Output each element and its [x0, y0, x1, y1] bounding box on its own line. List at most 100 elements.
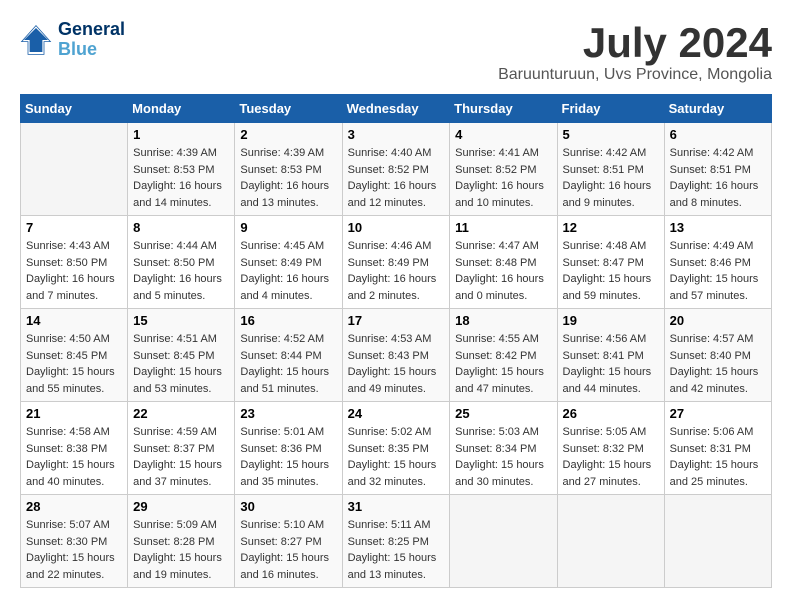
day-number: 20	[670, 313, 766, 328]
day-info: Sunrise: 4:41 AM Sunset: 8:52 PM Dayligh…	[455, 145, 551, 211]
day-info: Sunrise: 4:42 AM Sunset: 8:51 PM Dayligh…	[563, 145, 659, 211]
day-number: 31	[348, 499, 445, 514]
calendar-week-row: 14Sunrise: 4:50 AM Sunset: 8:45 PM Dayli…	[21, 309, 772, 402]
day-number: 1	[133, 127, 229, 142]
day-info: Sunrise: 5:07 AM Sunset: 8:30 PM Dayligh…	[26, 517, 122, 583]
calendar-cell: 2 Sunrise: 4:39 AM Sunset: 8:53 PM Daylig…	[235, 123, 342, 216]
day-number: 2	[240, 127, 336, 142]
day-number: 18	[455, 313, 551, 328]
weekday-header: Saturday	[664, 95, 771, 123]
calendar-cell: 26 Sunrise: 5:05 AM Sunset: 8:32 PM Dayli…	[557, 402, 664, 495]
day-info: Sunrise: 4:52 AM Sunset: 8:44 PM Dayligh…	[240, 331, 336, 397]
day-number: 21	[26, 406, 122, 421]
calendar-cell: 23 Sunrise: 5:01 AM Sunset: 8:36 PM Dayli…	[235, 402, 342, 495]
location-title: Baruunturuun, Uvs Province, Mongolia	[498, 66, 772, 84]
day-number: 26	[563, 406, 659, 421]
calendar-cell: 9Sunrise: 4:45 AM Sunset: 8:49 PM Daylig…	[235, 216, 342, 309]
day-info: Sunrise: 4:57 AM Sunset: 8:40 PM Dayligh…	[670, 331, 766, 397]
weekday-header: Friday	[557, 95, 664, 123]
calendar-cell: 17Sunrise: 4:53 AM Sunset: 8:43 PM Dayli…	[342, 309, 450, 402]
calendar-cell: 5Sunrise: 4:42 AM Sunset: 8:51 PM Daylig…	[557, 123, 664, 216]
day-info: Sunrise: 4:43 AM Sunset: 8:50 PM Dayligh…	[26, 238, 122, 304]
day-number: 10	[348, 220, 445, 235]
day-info: Sunrise: 4:49 AM Sunset: 8:46 PM Dayligh…	[670, 238, 766, 304]
calendar-cell	[450, 495, 557, 588]
calendar-cell: 29 Sunrise: 5:09 AM Sunset: 8:28 PM Dayli…	[128, 495, 235, 588]
weekday-header: Wednesday	[342, 95, 450, 123]
day-number: 7	[26, 220, 122, 235]
day-number: 12	[563, 220, 659, 235]
calendar-cell: 25 Sunrise: 5:03 AM Sunset: 8:34 PM Dayli…	[450, 402, 557, 495]
day-number: 16	[240, 313, 336, 328]
day-info: Sunrise: 4:45 AM Sunset: 8:49 PM Dayligh…	[240, 238, 336, 304]
calendar-cell: 11 Sunrise: 4:47 AM Sunset: 8:48 PM Dayli…	[450, 216, 557, 309]
day-info: Sunrise: 4:44 AM Sunset: 8:50 PM Dayligh…	[133, 238, 229, 304]
weekday-header: Thursday	[450, 95, 557, 123]
day-info: Sunrise: 5:06 AM Sunset: 8:31 PM Dayligh…	[670, 424, 766, 490]
calendar-week-row: 7 Sunrise: 4:43 AM Sunset: 8:50 PM Daylig…	[21, 216, 772, 309]
day-info: Sunrise: 4:47 AM Sunset: 8:48 PM Dayligh…	[455, 238, 551, 304]
day-number: 8	[133, 220, 229, 235]
page-header: General Blue July 2024 Baruunturuun, Uvs…	[20, 20, 772, 84]
calendar-cell: 3Sunrise: 4:40 AM Sunset: 8:52 PM Daylig…	[342, 123, 450, 216]
title-area: July 2024 Baruunturuun, Uvs Province, Mo…	[498, 20, 772, 84]
calendar-week-row: 1 Sunrise: 4:39 AM Sunset: 8:53 PM Daylig…	[21, 123, 772, 216]
calendar-cell: 10Sunrise: 4:46 AM Sunset: 8:49 PM Dayli…	[342, 216, 450, 309]
day-info: Sunrise: 5:01 AM Sunset: 8:36 PM Dayligh…	[240, 424, 336, 490]
calendar-cell: 18 Sunrise: 4:55 AM Sunset: 8:42 PM Dayli…	[450, 309, 557, 402]
day-number: 23	[240, 406, 336, 421]
logo: General Blue	[20, 20, 125, 60]
day-number: 15	[133, 313, 229, 328]
calendar-cell: 28 Sunrise: 5:07 AM Sunset: 8:30 PM Dayli…	[21, 495, 128, 588]
calendar-cell: 12 Sunrise: 4:48 AM Sunset: 8:47 PM Dayli…	[557, 216, 664, 309]
calendar-cell: 31 Sunrise: 5:11 AM Sunset: 8:25 PM Dayli…	[342, 495, 450, 588]
calendar-cell: 13 Sunrise: 4:49 AM Sunset: 8:46 PM Dayli…	[664, 216, 771, 309]
calendar-cell: 14Sunrise: 4:50 AM Sunset: 8:45 PM Dayli…	[21, 309, 128, 402]
day-number: 27	[670, 406, 766, 421]
calendar-cell	[664, 495, 771, 588]
day-info: Sunrise: 5:09 AM Sunset: 8:28 PM Dayligh…	[133, 517, 229, 583]
day-number: 11	[455, 220, 551, 235]
weekday-header: Sunday	[21, 95, 128, 123]
calendar-cell: 6 Sunrise: 4:42 AM Sunset: 8:51 PM Daylig…	[664, 123, 771, 216]
calendar-cell: 19Sunrise: 4:56 AM Sunset: 8:41 PM Dayli…	[557, 309, 664, 402]
day-info: Sunrise: 4:39 AM Sunset: 8:53 PM Dayligh…	[133, 145, 229, 211]
day-info: Sunrise: 4:55 AM Sunset: 8:42 PM Dayligh…	[455, 331, 551, 397]
day-number: 13	[670, 220, 766, 235]
day-info: Sunrise: 4:39 AM Sunset: 8:53 PM Dayligh…	[240, 145, 336, 211]
day-info: Sunrise: 4:42 AM Sunset: 8:51 PM Dayligh…	[670, 145, 766, 211]
calendar-cell: 15Sunrise: 4:51 AM Sunset: 8:45 PM Dayli…	[128, 309, 235, 402]
calendar-header-row: SundayMondayTuesdayWednesdayThursdayFrid…	[21, 95, 772, 123]
calendar-cell: 24Sunrise: 5:02 AM Sunset: 8:35 PM Dayli…	[342, 402, 450, 495]
day-info: Sunrise: 5:11 AM Sunset: 8:25 PM Dayligh…	[348, 517, 445, 583]
logo-line2: Blue	[58, 40, 125, 60]
day-info: Sunrise: 5:03 AM Sunset: 8:34 PM Dayligh…	[455, 424, 551, 490]
day-info: Sunrise: 4:53 AM Sunset: 8:43 PM Dayligh…	[348, 331, 445, 397]
weekday-header: Tuesday	[235, 95, 342, 123]
day-info: Sunrise: 4:59 AM Sunset: 8:37 PM Dayligh…	[133, 424, 229, 490]
day-number: 25	[455, 406, 551, 421]
calendar-cell: 1 Sunrise: 4:39 AM Sunset: 8:53 PM Daylig…	[128, 123, 235, 216]
day-info: Sunrise: 4:48 AM Sunset: 8:47 PM Dayligh…	[563, 238, 659, 304]
day-number: 22	[133, 406, 229, 421]
logo-icon	[20, 24, 52, 56]
calendar-cell: 30Sunrise: 5:10 AM Sunset: 8:27 PM Dayli…	[235, 495, 342, 588]
day-number: 14	[26, 313, 122, 328]
day-number: 24	[348, 406, 445, 421]
calendar-cell: 4 Sunrise: 4:41 AM Sunset: 8:52 PM Daylig…	[450, 123, 557, 216]
day-info: Sunrise: 4:40 AM Sunset: 8:52 PM Dayligh…	[348, 145, 445, 211]
calendar-cell: 27 Sunrise: 5:06 AM Sunset: 8:31 PM Dayli…	[664, 402, 771, 495]
day-number: 29	[133, 499, 229, 514]
calendar-week-row: 28 Sunrise: 5:07 AM Sunset: 8:30 PM Dayli…	[21, 495, 772, 588]
calendar-table: SundayMondayTuesdayWednesdayThursdayFrid…	[20, 94, 772, 588]
day-number: 28	[26, 499, 122, 514]
day-number: 6	[670, 127, 766, 142]
calendar-cell	[557, 495, 664, 588]
day-info: Sunrise: 4:56 AM Sunset: 8:41 PM Dayligh…	[563, 331, 659, 397]
calendar-cell: 22 Sunrise: 4:59 AM Sunset: 8:37 PM Dayli…	[128, 402, 235, 495]
day-info: Sunrise: 5:05 AM Sunset: 8:32 PM Dayligh…	[563, 424, 659, 490]
calendar-cell: 20 Sunrise: 4:57 AM Sunset: 8:40 PM Dayli…	[664, 309, 771, 402]
month-title: July 2024	[498, 20, 772, 66]
day-number: 4	[455, 127, 551, 142]
calendar-cell: 16 Sunrise: 4:52 AM Sunset: 8:44 PM Dayli…	[235, 309, 342, 402]
